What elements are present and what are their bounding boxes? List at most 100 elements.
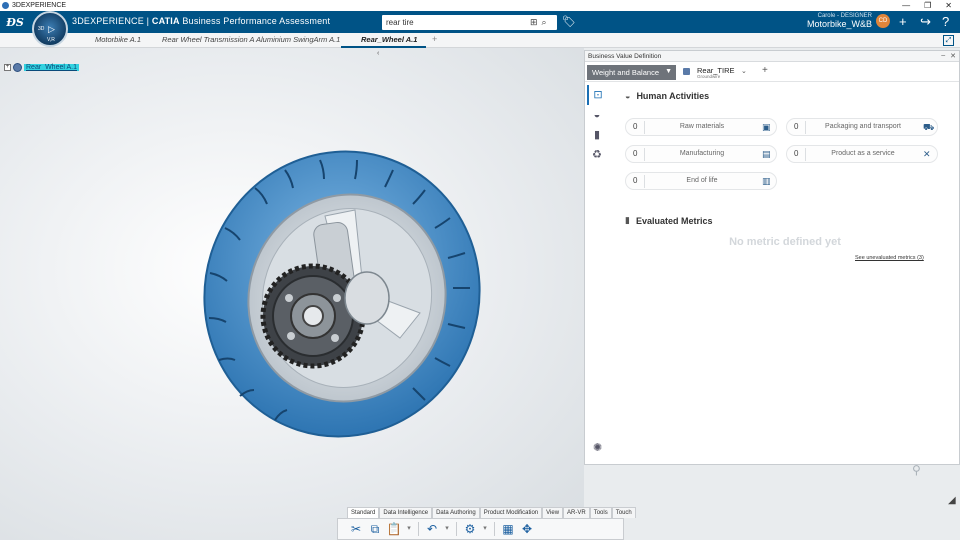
- window-title: 3DEXPERIENCE: [12, 2, 67, 9]
- fullscreen-icon[interactable]: ⤢: [943, 35, 954, 46]
- recycle-icon[interactable]: ♻: [587, 145, 607, 165]
- action-bar-tabs: Standard Data Intelligence Data Authorin…: [347, 507, 636, 518]
- close-button[interactable]: ✕: [945, 1, 952, 10]
- bar-chart-icon[interactable]: ▮: [587, 125, 607, 145]
- robot-icon[interactable]: ⚲: [912, 463, 921, 477]
- expand-corner-icon[interactable]: ◢: [948, 495, 956, 506]
- measure-icon[interactable]: ▦: [500, 521, 516, 537]
- tag-icon[interactable]: 🏷: [562, 15, 576, 28]
- app-brand: 3DEXPERIENCE | CATIA Business Performanc…: [72, 16, 330, 26]
- document-tabs: Motorbike A.1 Rear Wheel Transmission A …: [0, 33, 960, 48]
- ab-tab-product-modification[interactable]: Product Modification: [479, 507, 543, 518]
- tab-aluminium-swingarm[interactable]: Aluminium SwingArm A.1: [256, 35, 340, 44]
- activity-product-as-service[interactable]: 0 Product as a service ✕: [786, 145, 938, 163]
- tree-expand-icon[interactable]: +: [4, 64, 11, 71]
- compass-3d-label: 3D: [38, 26, 45, 32]
- tools-icon: ✕: [923, 149, 931, 159]
- activity-label: End of life: [686, 177, 718, 184]
- panel-tab-bar: Weight and Balance ▼ Rear_TIRE Groundwir…: [585, 63, 959, 82]
- settings-icon[interactable]: ✺: [593, 441, 602, 454]
- toolbar-separator: [494, 522, 495, 536]
- undo-dropdown-icon[interactable]: ▾: [443, 521, 451, 537]
- add-object-button[interactable]: +: [762, 65, 768, 76]
- activity-value: 0: [794, 149, 799, 158]
- share-icon[interactable]: ↪: [920, 14, 931, 30]
- activity-label: Product as a service: [831, 150, 895, 157]
- toolbar-separator: [456, 522, 457, 536]
- no-metric-message: No metric defined yet: [729, 236, 841, 248]
- see-unevaluated-metrics-link[interactable]: See unevaluated metrics (3): [855, 255, 924, 261]
- object-subtitle: Groundwire: [697, 74, 721, 79]
- compass-icon[interactable]: 3D ▷ V,R: [32, 11, 68, 47]
- ab-tab-ar-vr[interactable]: AR-VR: [563, 507, 590, 518]
- ab-tab-view[interactable]: View: [542, 507, 564, 518]
- activity-value: 0: [794, 122, 799, 131]
- add-tab-button[interactable]: +: [432, 34, 437, 44]
- object-selector[interactable]: Rear_TIRE Groundwire ⌄: [681, 66, 751, 80]
- paste-dropdown-icon[interactable]: ▾: [405, 521, 413, 537]
- play-icon[interactable]: ▷: [48, 24, 55, 35]
- activity-manufacturing[interactable]: 0 Manufacturing ▤: [625, 145, 777, 163]
- avatar[interactable]: CD: [876, 14, 890, 28]
- business-value-panel: Business Value Definition – ✕ Weight and…: [584, 50, 960, 465]
- assessment-dropdown-label: Weight and Balance: [592, 68, 659, 77]
- search-icon[interactable]: ⌕: [542, 17, 547, 28]
- toolbar-separator: [418, 522, 419, 536]
- divider: [644, 175, 645, 188]
- activity-end-of-life[interactable]: 0 End of life ▥: [625, 172, 777, 190]
- 3d-viewport[interactable]: ‹ + Rear_Wheel A.1: [0, 48, 584, 540]
- app-icon: [2, 2, 9, 9]
- cut-icon[interactable]: ✂: [348, 521, 364, 537]
- compass-v-label: V,R: [47, 37, 55, 43]
- truck-icon: ⛟: [923, 122, 935, 132]
- activity-value: 0: [633, 122, 638, 131]
- panel-side-nav: ⊡ ◒ ▮ ♻: [587, 85, 611, 165]
- presentation-icon[interactable]: ⊡: [587, 85, 607, 105]
- tree-node-label[interactable]: Rear_Wheel A.1: [24, 64, 79, 71]
- panel-close-icon[interactable]: ✕: [950, 52, 956, 60]
- add-icon[interactable]: +: [899, 14, 907, 29]
- ab-tab-data-intelligence[interactable]: Data Intelligence: [379, 507, 433, 518]
- ds-logo-icon[interactable]: ƉS: [0, 11, 30, 33]
- undo-icon[interactable]: ↶: [424, 521, 440, 537]
- maximize-button[interactable]: ❐: [924, 1, 931, 10]
- update-dropdown-icon[interactable]: ▾: [481, 521, 489, 537]
- assessment-dropdown[interactable]: Weight and Balance ▼: [587, 65, 676, 80]
- helmet-icon[interactable]: ◒: [587, 105, 607, 125]
- panel-minimize-icon[interactable]: –: [941, 52, 945, 60]
- activity-raw-materials[interactable]: 0 Raw materials ▣: [625, 118, 777, 136]
- brand-bold: CATIA: [151, 16, 180, 26]
- help-icon[interactable]: ?: [942, 14, 949, 29]
- analysis-icon[interactable]: ✥: [519, 521, 535, 537]
- tab-rear-wheel-transmission[interactable]: Rear Wheel Transmission A: [162, 35, 255, 44]
- ab-tab-tools[interactable]: Tools: [589, 507, 612, 518]
- rear-wheel-model[interactable]: [195, 148, 485, 448]
- panel-title: Business Value Definition: [588, 52, 662, 60]
- search-input[interactable]: [386, 18, 526, 27]
- update-icon[interactable]: ⚙: [462, 521, 478, 537]
- divider: [805, 121, 806, 134]
- copy-icon[interactable]: ⧉: [367, 521, 383, 537]
- divider: [805, 148, 806, 161]
- search-filter-icon[interactable]: ⊞: [530, 17, 538, 28]
- activity-label: Packaging and transport: [825, 123, 901, 130]
- paste-icon[interactable]: 📋: [386, 521, 402, 537]
- ab-tab-data-authoring[interactable]: Data Authoring: [432, 507, 480, 518]
- window-titlebar: 3DEXPERIENCE — ❐ ✕: [0, 0, 960, 11]
- human-activities-title: Human Activities: [636, 91, 710, 101]
- human-activities-heading: ◒ Human Activities: [625, 91, 955, 101]
- collapse-handle-icon[interactable]: ‹: [377, 50, 379, 57]
- divider: [644, 148, 645, 161]
- tree-root-node[interactable]: + Rear_Wheel A.1: [4, 63, 79, 72]
- tab-rear-wheel[interactable]: Rear_Wheel A.1: [361, 35, 417, 44]
- evaluated-metrics-heading: ▮ Evaluated Metrics: [625, 215, 712, 226]
- ab-tab-standard[interactable]: Standard: [347, 507, 380, 518]
- brand-app-name: Business Performance Assessment: [179, 16, 331, 26]
- ab-tab-touch[interactable]: Touch: [611, 507, 636, 518]
- sprocket: [260, 263, 366, 369]
- minimize-button[interactable]: —: [902, 1, 910, 10]
- activity-packaging-transport[interactable]: 0 Packaging and transport ⛟: [786, 118, 938, 136]
- collab-space-label: Motorbike_W&B: [806, 19, 872, 29]
- bar-chart-icon: ▮: [625, 215, 630, 225]
- tab-motorbike[interactable]: Motorbike A.1: [95, 35, 141, 44]
